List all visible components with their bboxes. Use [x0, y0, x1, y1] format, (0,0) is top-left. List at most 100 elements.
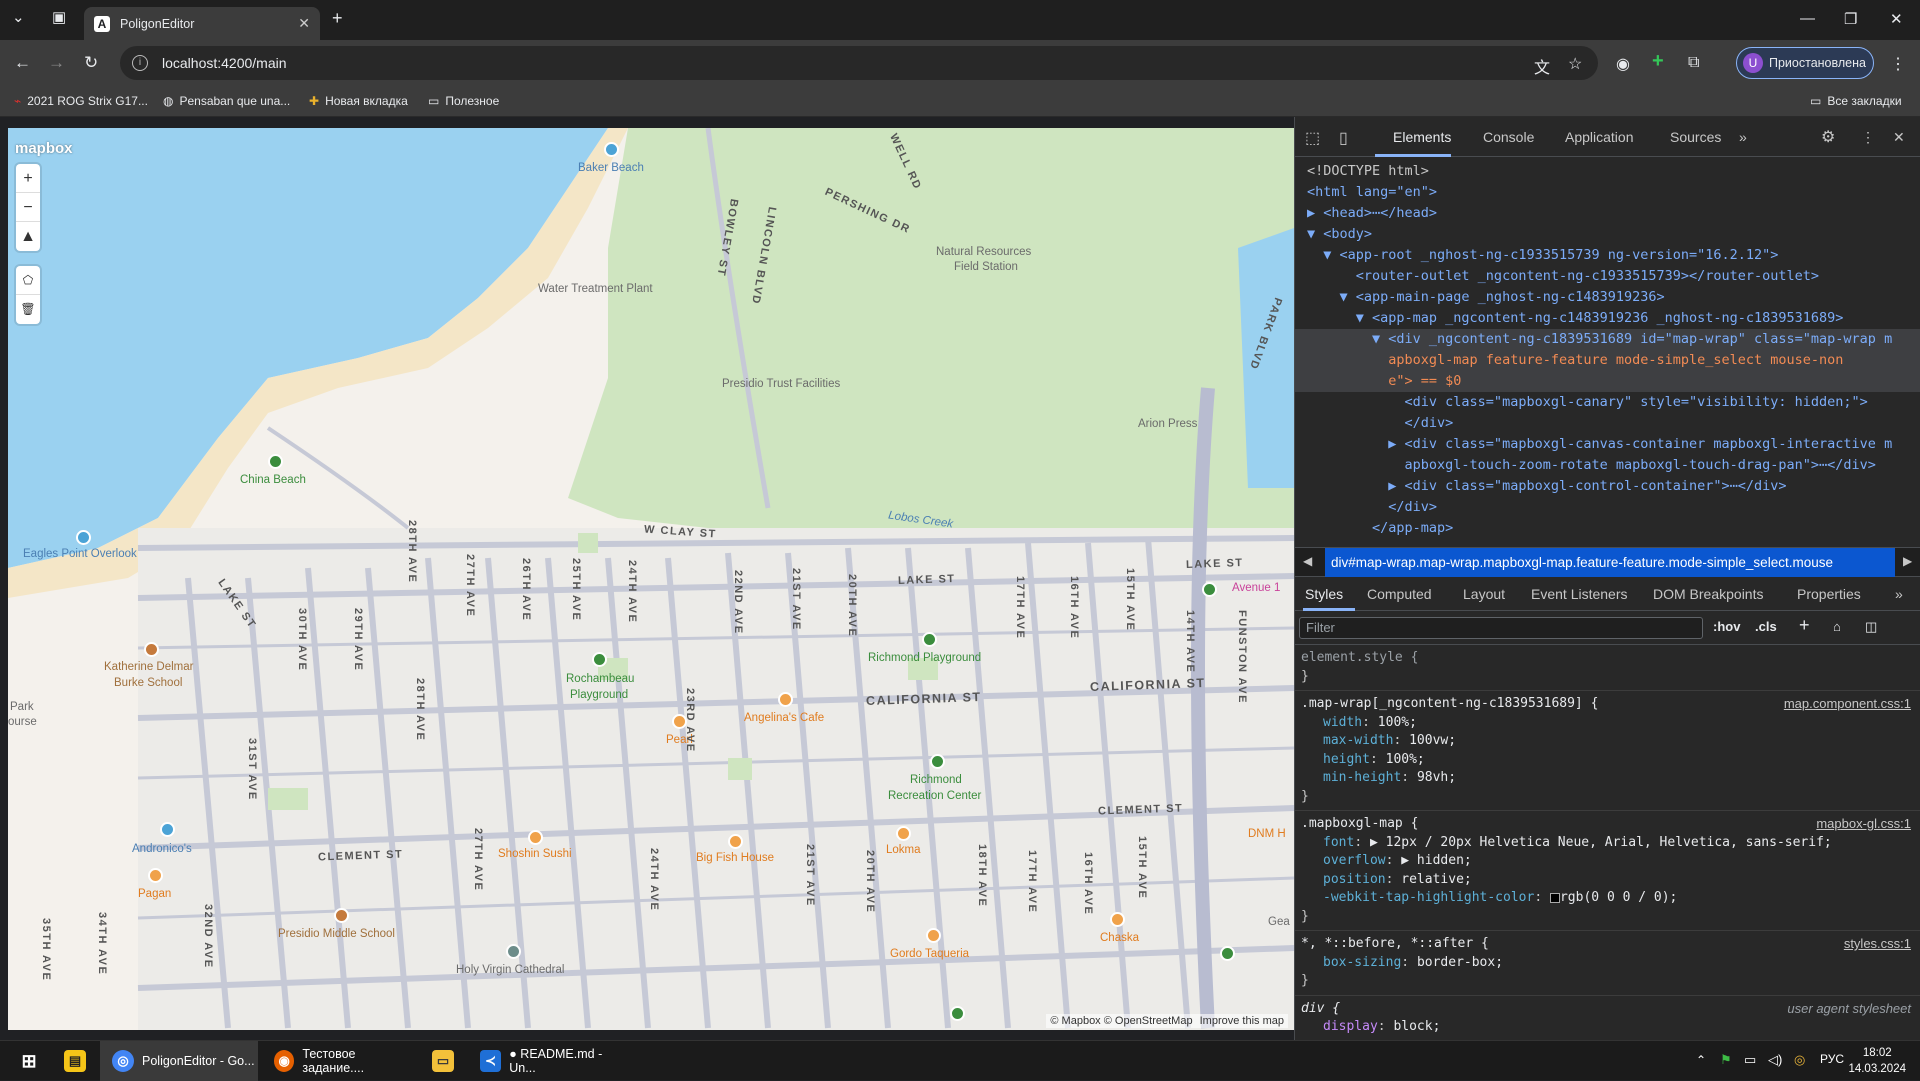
- bookmark-item[interactable]: ◍ Pensaban que una...: [163, 94, 290, 108]
- style-rule[interactable]: div { user agent stylesheet display: blo…: [1295, 996, 1920, 1041]
- close-window-icon[interactable]: ✕: [1890, 10, 1903, 28]
- restaurant-icon[interactable]: [528, 830, 543, 845]
- breadcrumb-right-icon[interactable]: ▶: [1903, 554, 1912, 568]
- devtools-menu-icon[interactable]: ⋮: [1861, 129, 1875, 146]
- chrome-tray-icon[interactable]: ◎: [1794, 1052, 1805, 1068]
- inspect-element-icon[interactable]: ⬚: [1305, 128, 1320, 148]
- school-icon[interactable]: [334, 908, 349, 923]
- filter-input[interactable]: Filter: [1299, 617, 1703, 639]
- draw-polygon-button[interactable]: ⬠: [16, 266, 40, 295]
- school-icon[interactable]: [144, 642, 159, 657]
- paint-icon[interactable]: ⌂: [1833, 619, 1841, 634]
- extension-icon[interactable]: ◉: [1616, 54, 1630, 74]
- restaurant-icon[interactable]: [926, 928, 941, 943]
- zoom-out-button[interactable]: −: [16, 193, 40, 222]
- css-property[interactable]: box-sizing: border-box;: [1301, 954, 1915, 973]
- new-rule-icon[interactable]: +: [1799, 615, 1810, 636]
- profile-button[interactable]: U Приостановлена: [1736, 47, 1874, 79]
- rule-source-link[interactable]: styles.css:1: [1844, 935, 1911, 954]
- rule-source-link[interactable]: map.component.css:1: [1784, 695, 1911, 714]
- playground-icon[interactable]: [922, 632, 937, 647]
- back-icon[interactable]: ←: [14, 53, 31, 73]
- bookmark-star-icon[interactable]: ☆: [1568, 54, 1582, 74]
- style-rule[interactable]: .mapboxgl-map { mapbox-gl.css:1 font: ▶ …: [1295, 811, 1920, 931]
- extensions-puzzle-icon[interactable]: ⧉: [1688, 54, 1699, 72]
- dom-node[interactable]: ▼ <app-map _ngcontent-ng-c1483919236 _ng…: [1295, 308, 1920, 329]
- tab-styles[interactable]: Styles: [1305, 586, 1343, 602]
- dom-node[interactable]: </div>: [1295, 497, 1920, 518]
- tab-layout[interactable]: Layout: [1463, 586, 1505, 602]
- bookmark-item[interactable]: ✚ Новая вкладка: [309, 94, 408, 108]
- recreation-icon[interactable]: [930, 754, 945, 769]
- css-property[interactable]: height: 100%;: [1301, 751, 1915, 770]
- css-property[interactable]: position: relative;: [1301, 871, 1915, 890]
- style-rule[interactable]: element.style { }: [1295, 645, 1920, 691]
- grocery-icon[interactable]: [160, 822, 175, 837]
- more-subtabs-icon[interactable]: »: [1895, 586, 1903, 602]
- tab-event-listeners[interactable]: Event Listeners: [1531, 586, 1628, 602]
- tray-flag-icon[interactable]: ⚑: [1720, 1052, 1732, 1068]
- church-icon[interactable]: [506, 944, 521, 959]
- css-property[interactable]: width: 100%;: [1301, 714, 1915, 733]
- zoom-in-button[interactable]: +: [16, 164, 40, 193]
- dom-node[interactable]: </app-map>: [1295, 518, 1920, 539]
- dom-node[interactable]: ▶ <head>⋯</head>: [1295, 203, 1920, 224]
- close-devtools-icon[interactable]: ✕: [1893, 129, 1905, 146]
- tray-chevron-icon[interactable]: ⌃: [1696, 1053, 1706, 1067]
- tab-elements[interactable]: Elements: [1393, 129, 1451, 145]
- dom-node[interactable]: ▼ <app-root _nghost-ng-c1933515739 ng-ve…: [1295, 245, 1920, 266]
- restaurant-icon[interactable]: [728, 834, 743, 849]
- close-tab-icon[interactable]: ✕: [298, 15, 310, 32]
- sticky-notes-button[interactable]: ▤: [52, 1041, 94, 1081]
- dom-node[interactable]: ▼ <body>: [1295, 224, 1920, 245]
- translate-icon[interactable]: 文: [1534, 54, 1550, 78]
- tab-sources[interactable]: Sources: [1670, 129, 1721, 145]
- restaurant-icon[interactable]: [778, 692, 793, 707]
- dom-node[interactable]: <html lang="en">: [1295, 182, 1920, 203]
- park-icon[interactable]: [268, 454, 283, 469]
- map-canvas[interactable]: mapbox + − ▲ ⬠ 🗑 Baker Beach Water Treat…: [8, 128, 1294, 1030]
- dom-node[interactable]: <router-outlet _ngcontent-ng-c1933515739…: [1295, 266, 1920, 287]
- restore-icon[interactable]: ❐: [1844, 10, 1857, 28]
- dom-node-selected[interactable]: ▼ <div _ngcontent-ng-c1839531689 id="map…: [1295, 329, 1920, 350]
- tab-search-icon[interactable]: ⌄: [12, 8, 25, 26]
- hov-toggle[interactable]: :hov: [1713, 619, 1740, 634]
- more-tabs-icon[interactable]: »: [1739, 129, 1747, 145]
- tab-console[interactable]: Console: [1483, 129, 1534, 145]
- forward-icon[interactable]: →: [48, 53, 65, 73]
- clock[interactable]: 18:02 14.03.2024: [1848, 1045, 1906, 1077]
- restaurant-icon[interactable]: [148, 868, 163, 883]
- taskbar-item-chrome[interactable]: ◎ PoligonEditor - Go...: [100, 1041, 258, 1081]
- restaurant-icon[interactable]: [896, 826, 911, 841]
- address-bar[interactable]: i localhost:4200/main: [120, 46, 1598, 80]
- tab-dom-breakpoints[interactable]: DOM Breakpoints: [1653, 586, 1763, 602]
- dom-tree[interactable]: <!DOCTYPE html> <html lang="en"> ▶ <head…: [1295, 157, 1920, 545]
- breadcrumb-item[interactable]: div#map-wrap.map-wrap.mapboxgl-map.featu…: [1325, 548, 1895, 577]
- start-button[interactable]: ⊞: [6, 1041, 48, 1081]
- dom-node[interactable]: <div class="mapboxgl-canary" style="visi…: [1295, 392, 1920, 413]
- dom-node[interactable]: ▼ <app-main-page _nghost-ng-c1483919236>: [1295, 287, 1920, 308]
- style-rule[interactable]: .map-wrap[_ngcontent-ng-c1839531689] { m…: [1295, 691, 1920, 811]
- volume-icon[interactable]: ◁): [1768, 1052, 1782, 1068]
- all-bookmarks[interactable]: ▭ Все закладки: [1810, 94, 1902, 108]
- browser-tab-active[interactable]: A PoligonEditor ✕: [84, 7, 320, 40]
- taskbar-item-explorer[interactable]: ▭: [420, 1041, 462, 1081]
- rule-source-link[interactable]: mapbox-gl.css:1: [1816, 815, 1911, 834]
- park-icon[interactable]: [950, 1006, 965, 1021]
- tab-properties[interactable]: Properties: [1797, 586, 1861, 602]
- compass-icon[interactable]: ▲: [16, 222, 40, 251]
- improve-map-link[interactable]: Improve this map: [1200, 1015, 1284, 1027]
- site-info-icon[interactable]: i: [132, 55, 148, 71]
- dom-node[interactable]: ▶ <div class="mapboxgl-canvas-container …: [1295, 434, 1920, 455]
- css-property[interactable]: -webkit-tap-highlight-color: rgb(0 0 0 /…: [1301, 889, 1915, 908]
- playground-icon[interactable]: [592, 652, 607, 667]
- viewpoint-icon[interactable]: [76, 530, 91, 545]
- trash-button[interactable]: 🗑: [16, 295, 40, 324]
- restaurant-icon[interactable]: [1110, 912, 1125, 927]
- tab-computed[interactable]: Computed: [1367, 586, 1432, 602]
- dom-node[interactable]: ▶ <div class="mapboxgl-control-container…: [1295, 476, 1920, 497]
- add-extension-icon[interactable]: +: [1652, 50, 1664, 73]
- reload-icon[interactable]: ↻: [84, 53, 98, 73]
- css-property[interactable]: max-width: 100vw;: [1301, 732, 1915, 751]
- pinned-app-icon[interactable]: ▣: [52, 8, 66, 26]
